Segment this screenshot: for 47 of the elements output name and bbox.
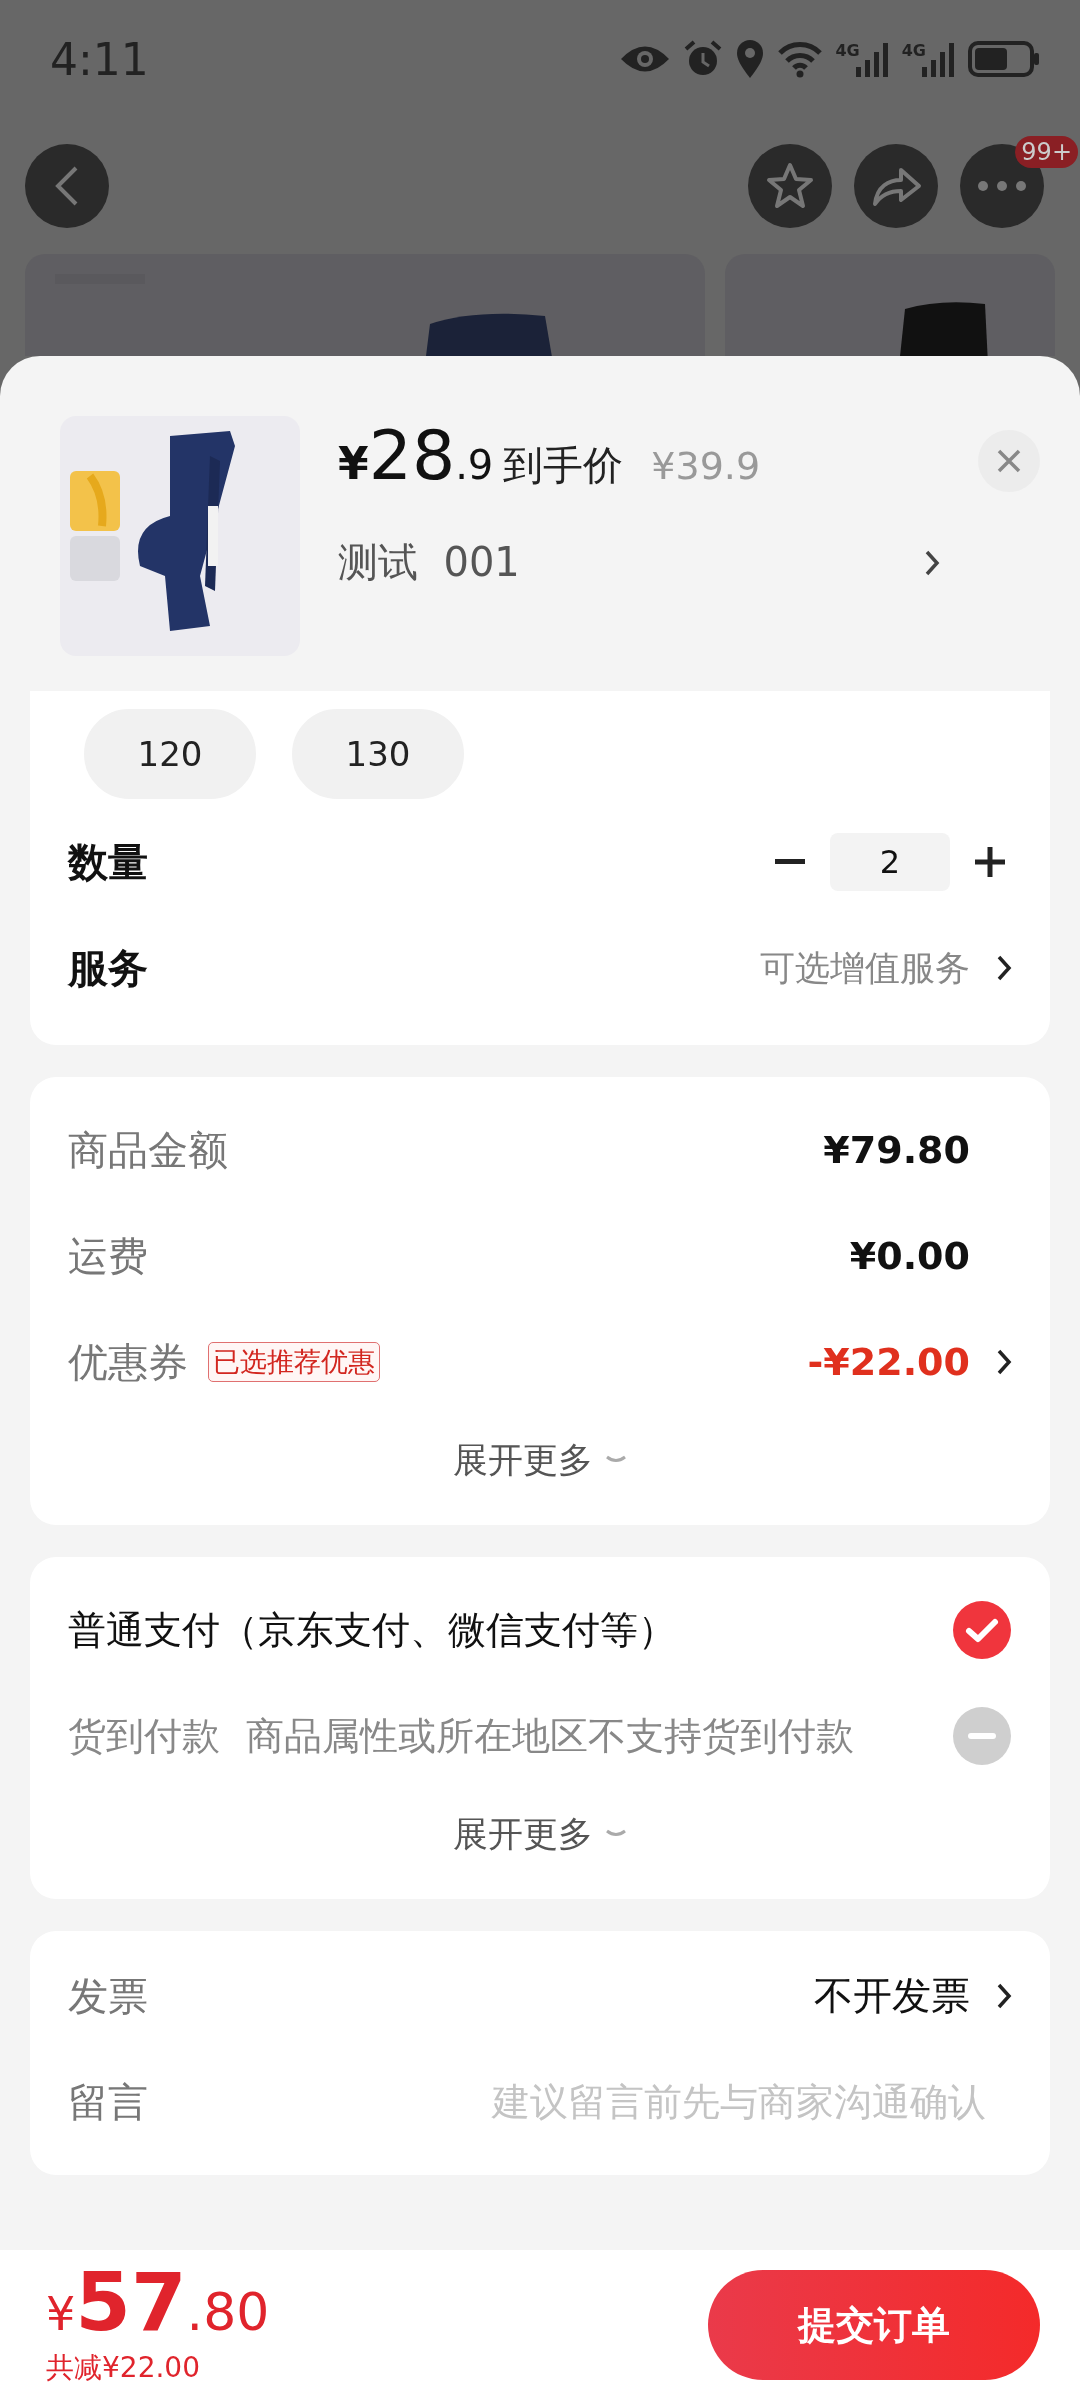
network-label: 4G: [901, 41, 926, 60]
battery-icon: [968, 41, 1040, 77]
chevron-icon[interactable]: [924, 548, 940, 577]
coupon-tag: 已选推荐优惠: [208, 1342, 380, 1382]
payment-note: 商品属性或所在地区不支持货到付款: [246, 1712, 854, 1760]
check-icon[interactable]: [952, 1600, 1012, 1660]
chevron-icon[interactable]: [996, 1348, 1012, 1376]
coupon-value[interactable]: -¥22.00: [807, 1340, 970, 1384]
chevron-down-icon: [605, 1455, 627, 1465]
quantity-label: 数量: [68, 837, 148, 887]
summary-label: 商品金额: [68, 1125, 228, 1175]
quantity-field[interactable]: 2: [830, 833, 950, 891]
summary-value: ¥79.80: [823, 1128, 970, 1172]
chevron-down-icon: [605, 1829, 627, 1839]
notification-badge: 99+: [1015, 136, 1078, 168]
size-option[interactable]: 120: [84, 709, 256, 799]
expand-more-button[interactable]: 展开更多: [453, 1789, 627, 1879]
discount-total: 共减¥22.00: [46, 2350, 201, 2386]
wifi-icon: [777, 40, 824, 78]
payment-option[interactable]: 普通支付（京东支付、微信支付等）: [68, 1604, 676, 1656]
summary-label: 运费: [68, 1231, 148, 1281]
message-field[interactable]: 建议留言前先与商家沟通确认: [426, 2080, 986, 2124]
more-icon: [977, 180, 1027, 192]
size-option[interactable]: 130: [292, 709, 464, 799]
star-icon: [765, 161, 815, 211]
location-icon: [735, 39, 766, 79]
service-value[interactable]: 可选增值服务: [760, 944, 970, 992]
chevron-icon[interactable]: [996, 954, 1012, 982]
summary-label: 优惠券: [68, 1337, 188, 1387]
invoice-label: 发票: [68, 1971, 148, 2021]
summary-value: ¥0.00: [849, 1234, 970, 1278]
expand-more-button[interactable]: 展开更多: [453, 1415, 627, 1505]
status-time: 4:11: [50, 33, 149, 85]
close-icon: [996, 448, 1022, 474]
invoice-value[interactable]: 不开发票: [814, 1969, 970, 2023]
message-label: 留言: [68, 2077, 148, 2127]
network-label: 4G: [835, 41, 860, 60]
total-price: ¥57.80: [46, 2263, 270, 2343]
submit-order-button[interactable]: 提交订单: [708, 2270, 1040, 2380]
chevron-icon[interactable]: [996, 1982, 1012, 2010]
final-price: ¥28.9: [338, 416, 494, 495]
plus-icon: [975, 847, 1005, 877]
selected-variant[interactable]: 测试 001: [338, 535, 520, 590]
original-price: ¥39.9: [651, 444, 761, 488]
service-label: 服务: [68, 943, 148, 993]
minus-icon: [775, 859, 805, 865]
price-label: 到手价: [503, 441, 624, 490]
